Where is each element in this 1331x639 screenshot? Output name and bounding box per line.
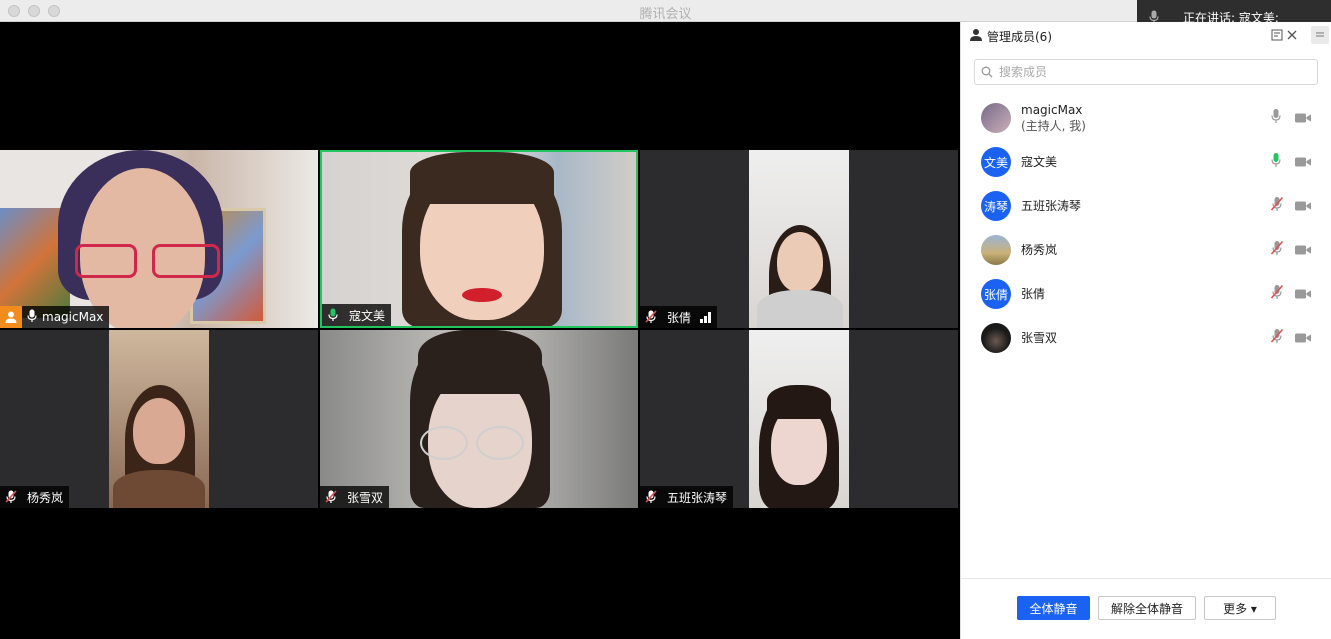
unmute-all-button[interactable]: 解除全体静音 — [1098, 596, 1196, 620]
camera-icon[interactable] — [1294, 153, 1312, 172]
camera-icon[interactable] — [1294, 285, 1312, 304]
participant-face — [133, 398, 185, 464]
member-list: magicMax (主持人, 我) 文美 寇文美 涛琴 五班张涛琴 杨秀岚 张倩… — [961, 96, 1331, 360]
popout-icon[interactable] — [1271, 29, 1283, 44]
video-tile-zhangtaoqin[interactable]: 五班张涛琴 — [640, 330, 958, 508]
host-icon — [0, 306, 22, 328]
avatar — [981, 323, 1011, 353]
participant-name: 张雪双 — [347, 490, 384, 505]
video-nametag: magicMax — [0, 306, 110, 328]
panel-header: 管理成员(6) — [969, 28, 1052, 45]
participant-video — [749, 150, 849, 328]
camera-icon[interactable] — [1294, 329, 1312, 348]
title-bar: 腾讯会议 — [0, 0, 1331, 22]
search-input[interactable] — [997, 64, 1301, 80]
video-tile-zhangxueshuang[interactable]: 张雪双 — [320, 330, 638, 508]
mic-muted-icon[interactable] — [1270, 328, 1284, 348]
panel-title: 管理成员(6) — [987, 30, 1052, 44]
video-nametag: 杨秀岚 — [0, 486, 70, 508]
glasses — [75, 244, 137, 278]
more-button[interactable]: 更多 ▾ — [1204, 596, 1276, 620]
menu-icon[interactable] — [1311, 26, 1329, 44]
close-panel-icon[interactable] — [1287, 29, 1297, 43]
search-icon — [981, 63, 993, 82]
panel-footer: 全体静音 解除全体静音 更多 ▾ — [961, 578, 1331, 639]
video-tile-magicmax[interactable]: magicMax — [0, 150, 318, 328]
signal-strength-icon — [700, 311, 712, 323]
person-icon — [969, 28, 983, 45]
mic-muted-icon — [640, 306, 662, 328]
video-nametag: 张雪双 — [320, 486, 390, 508]
video-tile-kouwenmei[interactable]: 寇文美 — [320, 150, 638, 328]
camera-icon[interactable] — [1294, 241, 1312, 260]
participant-face — [777, 232, 823, 292]
avatar: 文美 — [981, 147, 1011, 177]
participant-name: 杨秀岚 — [27, 490, 64, 505]
video-grid: magicMax 寇文美 张倩 杨秀岚 张雪双 五班张涛琴 — [0, 150, 960, 510]
member-name: 张倩 — [1021, 287, 1046, 301]
mic-muted-icon — [0, 486, 22, 508]
video-tile-yangxiulan[interactable]: 杨秀岚 — [0, 330, 318, 508]
video-nametag: 张倩 — [640, 306, 718, 328]
member-panel: 管理成员(6) magicMax (主持人, 我) — [960, 22, 1331, 639]
mic-icon[interactable] — [1270, 108, 1282, 128]
avatar: 张倩 — [981, 279, 1011, 309]
mic-muted-icon[interactable] — [1270, 240, 1284, 260]
lips — [462, 288, 502, 302]
camera-icon[interactable] — [1294, 109, 1312, 128]
participant-video — [109, 330, 209, 508]
participant-name: 五班张涛琴 — [667, 490, 728, 505]
member-search[interactable] — [974, 59, 1318, 85]
mic-active-icon[interactable] — [1270, 152, 1282, 172]
member-name: magicMax — [1021, 103, 1083, 117]
glasses — [420, 426, 468, 460]
list-item[interactable]: 涛琴 五班张涛琴 — [961, 184, 1331, 228]
avatar — [981, 103, 1011, 133]
list-item[interactable]: 张倩 张倩 — [961, 272, 1331, 316]
mic-muted-icon[interactable] — [1270, 196, 1284, 216]
participant-name: 张倩 — [667, 310, 692, 325]
member-name: 五班张涛琴 — [1021, 199, 1082, 213]
mic-icon — [27, 309, 37, 326]
member-name: 张雪双 — [1021, 331, 1058, 345]
mute-all-button[interactable]: 全体静音 — [1017, 596, 1090, 620]
mic-muted-icon — [320, 486, 342, 508]
video-area: magicMax 寇文美 张倩 杨秀岚 张雪双 五班张涛琴 — [0, 22, 960, 639]
member-name: 杨秀岚 — [1021, 243, 1058, 257]
member-name: 寇文美 — [1021, 155, 1058, 169]
participant-name: magicMax — [42, 310, 104, 324]
window-title: 腾讯会议 — [639, 7, 692, 22]
participant-name: 寇文美 — [349, 308, 386, 323]
mic-muted-icon — [640, 486, 662, 508]
glasses — [476, 426, 524, 460]
mic-muted-icon[interactable] — [1270, 284, 1284, 304]
camera-icon[interactable] — [1294, 197, 1312, 216]
video-tile-zhangqian[interactable]: 张倩 — [640, 150, 958, 328]
list-item[interactable]: magicMax (主持人, 我) — [961, 96, 1331, 140]
list-item[interactable]: 杨秀岚 — [961, 228, 1331, 272]
video-nametag: 寇文美 — [322, 304, 392, 326]
list-item[interactable]: 张雪双 — [961, 316, 1331, 360]
mic-active-icon — [322, 304, 344, 326]
video-nametag: 五班张涛琴 — [640, 486, 734, 508]
list-item[interactable]: 文美 寇文美 — [961, 140, 1331, 184]
member-role: (主持人, 我) — [1021, 119, 1086, 133]
glasses — [152, 244, 220, 278]
avatar: 涛琴 — [981, 191, 1011, 221]
participant-video — [749, 330, 849, 508]
avatar — [981, 235, 1011, 265]
